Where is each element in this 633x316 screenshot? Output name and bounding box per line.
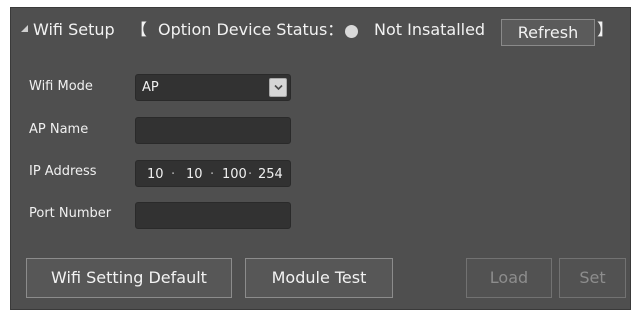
ap-name-input[interactable] xyxy=(135,117,291,144)
ip-octet-3[interactable]: 100 xyxy=(222,167,247,182)
panel-title: Wifi Setup xyxy=(33,20,115,39)
collapse-triangle-icon[interactable] xyxy=(21,25,28,32)
ip-address-input[interactable]: 10 · 10 · 100 · 254 xyxy=(135,160,291,187)
set-button[interactable]: Set xyxy=(559,258,626,298)
port-number-input[interactable] xyxy=(135,202,291,229)
ip-octet-2[interactable]: 10 xyxy=(186,167,203,182)
ap-name-label: AP Name xyxy=(29,122,89,137)
ip-separator: · xyxy=(210,167,215,182)
bracket-open: 【 xyxy=(131,20,148,39)
wifi-mode-value: AP xyxy=(142,80,159,95)
refresh-button[interactable]: Refresh xyxy=(501,19,595,46)
load-button[interactable]: Load xyxy=(466,258,552,298)
port-number-label: Port Number xyxy=(29,206,112,221)
ip-address-label: IP Address xyxy=(29,164,97,179)
status-dot-icon xyxy=(345,25,358,38)
wifi-mode-select[interactable]: AP xyxy=(135,74,291,101)
bracket-close: 】 xyxy=(597,20,614,39)
chevron-down-icon xyxy=(274,84,283,91)
module-test-button[interactable]: Module Test xyxy=(245,258,393,298)
panel-header: Wifi Setup 【 Option Device Status： Not I… xyxy=(11,8,630,54)
ip-octet-4[interactable]: 254 xyxy=(258,167,283,182)
dropdown-button[interactable] xyxy=(269,78,287,97)
ip-separator: · xyxy=(248,167,253,182)
wifi-setting-default-button[interactable]: Wifi Setting Default xyxy=(26,258,232,298)
wifi-setup-panel: Wifi Setup 【 Option Device Status： Not I… xyxy=(10,7,631,310)
ip-separator: · xyxy=(171,167,176,182)
status-value: Not Insatalled xyxy=(374,20,486,39)
ip-octet-1[interactable]: 10 xyxy=(147,167,164,182)
wifi-mode-label: Wifi Mode xyxy=(29,79,93,94)
status-label: Option Device Status： xyxy=(158,20,344,39)
